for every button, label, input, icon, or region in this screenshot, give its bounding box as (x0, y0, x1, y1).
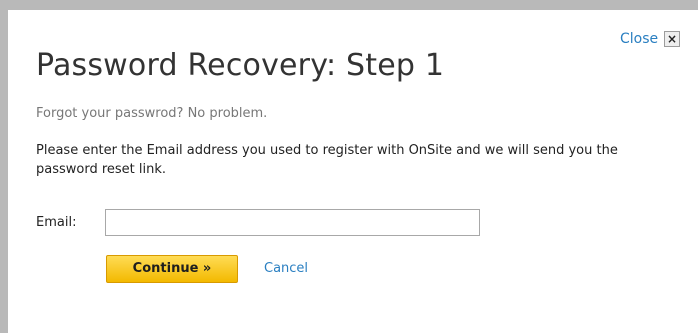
continue-button[interactable]: Continue » (106, 255, 238, 283)
dialog-subtitle: Forgot your passwrod? No problem. (36, 106, 268, 121)
email-input[interactable] (105, 209, 480, 236)
dialog-title: Password Recovery: Step 1 (36, 48, 445, 83)
close-link[interactable]: Close (620, 31, 658, 47)
cancel-link[interactable]: Cancel (264, 261, 308, 277)
password-recovery-dialog: Close × Password Recovery: Step 1 Forgot… (8, 10, 698, 333)
instructions-text: Please enter the Email address you used … (36, 143, 618, 177)
email-label: Email: (36, 215, 77, 230)
close-icon[interactable]: × (664, 31, 680, 47)
